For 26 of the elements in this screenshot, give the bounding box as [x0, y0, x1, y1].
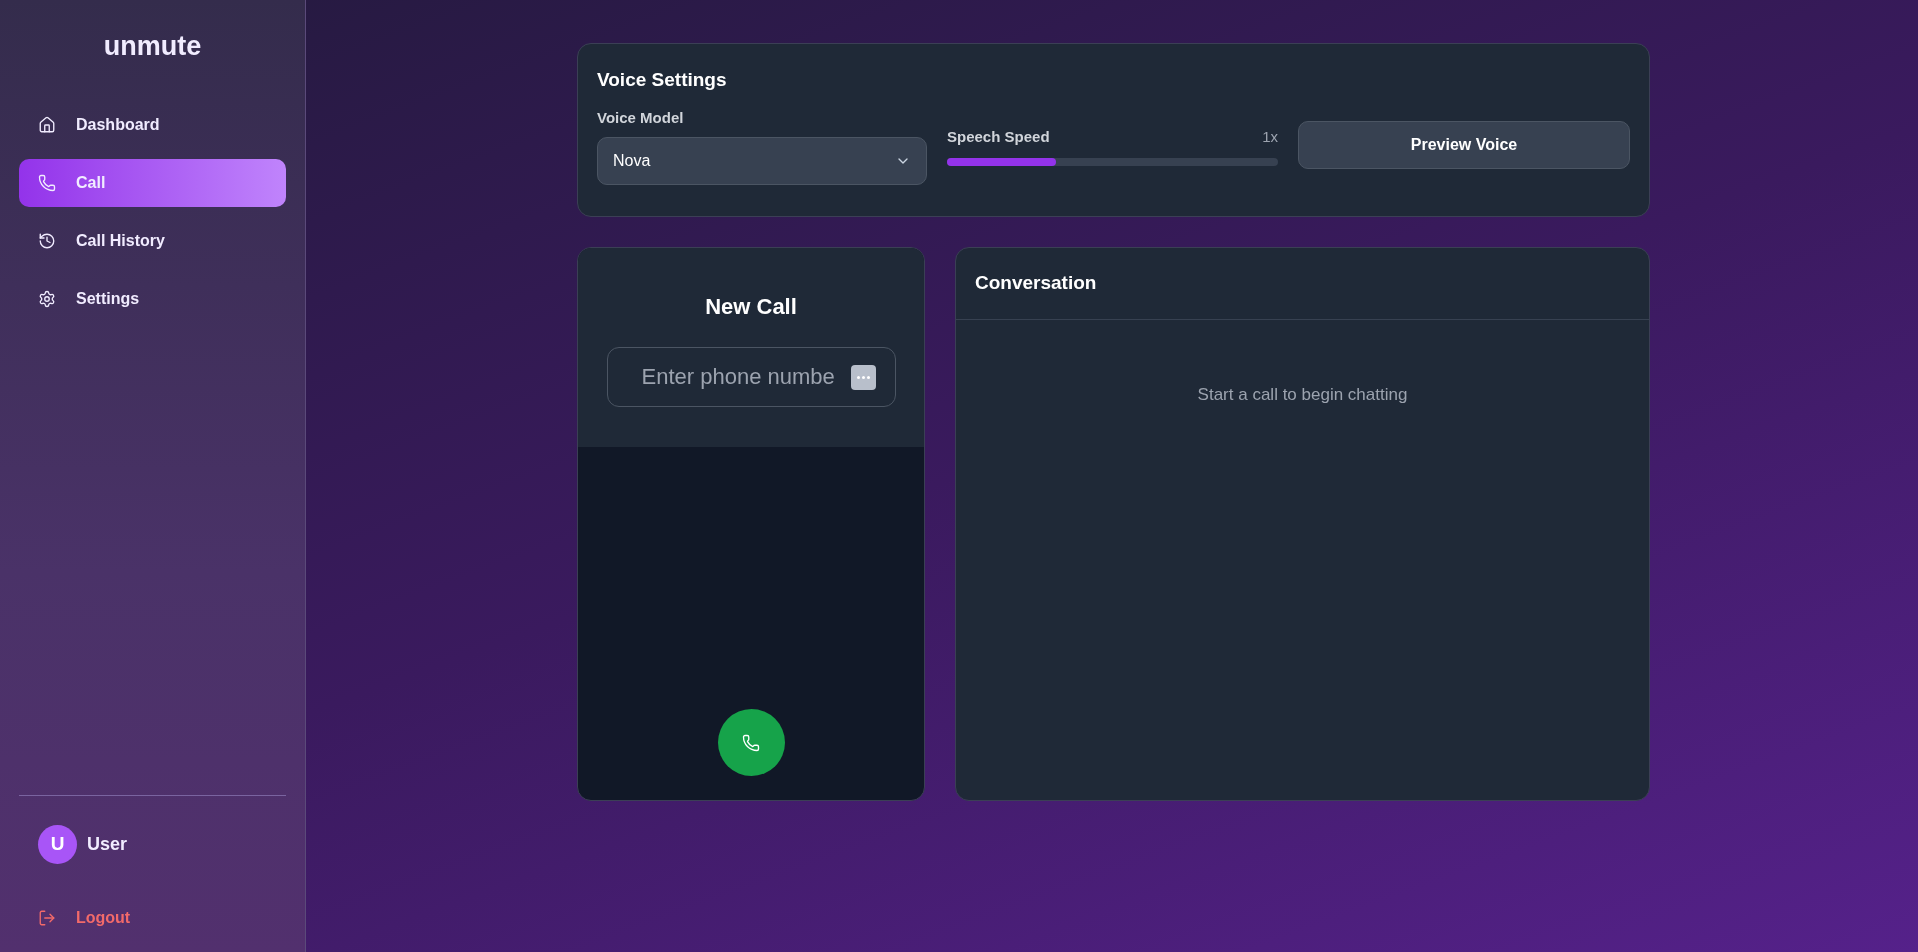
- nav-item[interactable]: Settings: [19, 274, 286, 323]
- settings-icon: [38, 289, 56, 308]
- card-title: Voice Settings: [597, 68, 728, 92]
- user-avatar: U: [38, 825, 77, 864]
- speed-reading: 1x: [1262, 126, 1278, 147]
- user-name: User: [87, 833, 128, 856]
- phone-number-field[interactable]: Enter phone numbe: [606, 347, 896, 407]
- autofill-icon[interactable]: [850, 365, 876, 390]
- voice-model-select[interactable]: Nova: [597, 137, 927, 185]
- preview-voice-button[interactable]: Preview Voice: [1298, 120, 1630, 169]
- nav-item[interactable]: Call History: [19, 216, 286, 265]
- nav-item[interactable]: Call: [19, 158, 286, 207]
- field-label: Speech Speed: [947, 126, 1050, 147]
- phone-icon: [742, 733, 760, 752]
- speed-slider[interactable]: [947, 158, 1278, 166]
- app-logo: unmute: [102, 30, 203, 63]
- logout-link[interactable]: Logout: [19, 906, 286, 930]
- phone-icon: [38, 173, 56, 192]
- empty-message: Start a call to begin chatting: [1196, 384, 1409, 406]
- home-icon: [38, 115, 56, 134]
- card-title: New Call: [705, 293, 797, 321]
- card-title: Conversation: [975, 271, 1097, 296]
- history-icon: [38, 231, 56, 250]
- field-label: Voice Model: [597, 107, 685, 128]
- nav-item[interactable]: Dashboard: [19, 100, 286, 149]
- logout-icon: [38, 909, 56, 927]
